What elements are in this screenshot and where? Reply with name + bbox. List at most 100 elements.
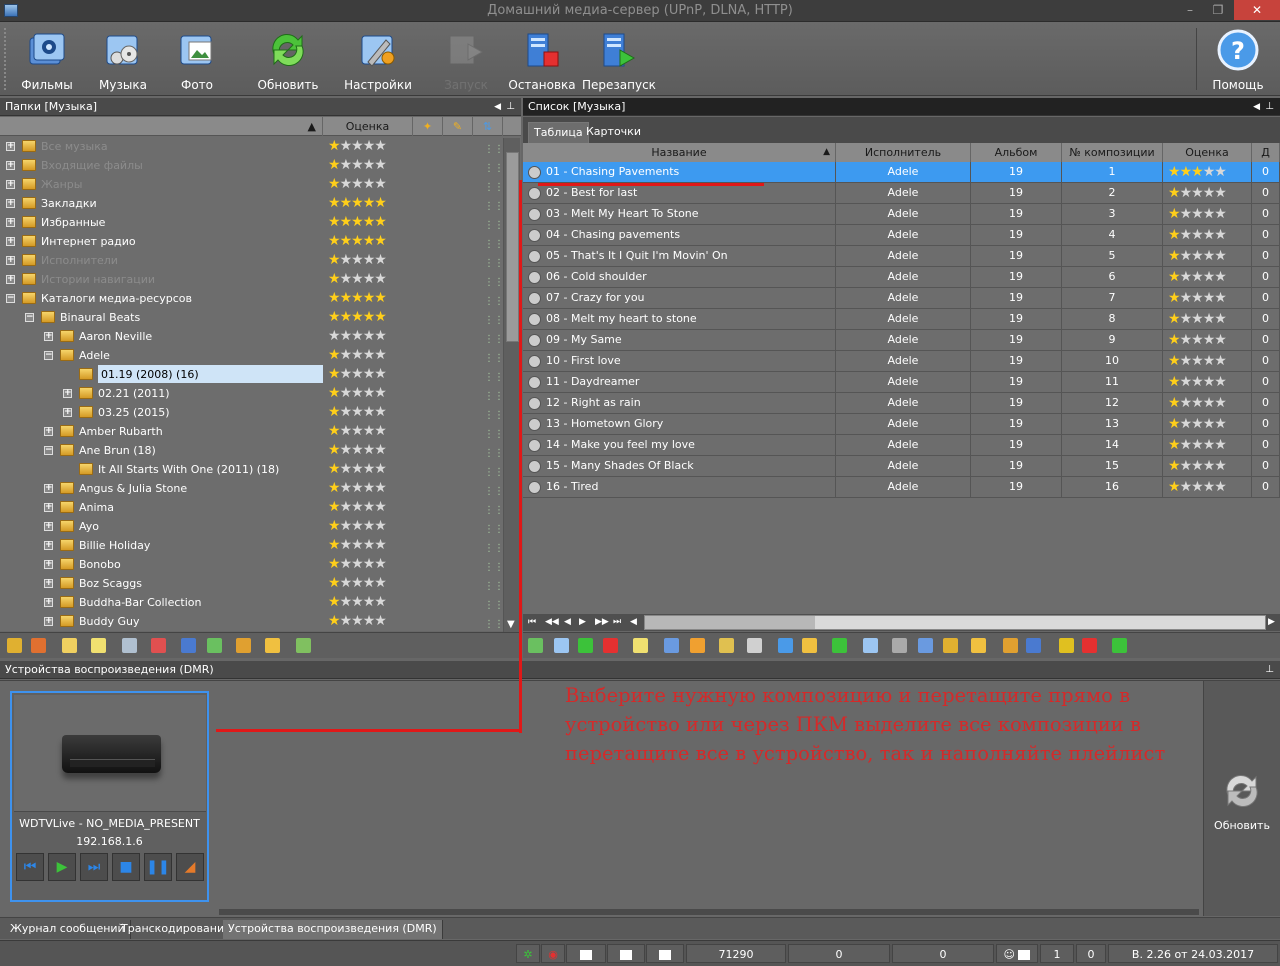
rating-stars[interactable]: ★★★★★ — [1168, 353, 1227, 369]
tool-icon[interactable] — [633, 638, 648, 653]
devices-refresh-button[interactable]: Обновить — [1203, 681, 1280, 916]
rating-stars[interactable]: ★★★★★ — [1168, 395, 1227, 411]
pin-icon[interactable]: ⊥ — [506, 98, 515, 116]
rating-stars[interactable]: ★★★★★ — [328, 403, 387, 422]
tree-item[interactable]: + Все музыка ★★★★★ ⋮⋮ — [0, 137, 504, 156]
col-rating-header[interactable]: Оценка — [1163, 143, 1252, 162]
rating-stars[interactable]: ★★★★★ — [328, 156, 387, 175]
tool-icon[interactable] — [719, 638, 734, 653]
table-row[interactable]: 11 - Daydreamer Adele 19 11 ★★★★★ 0 — [523, 372, 1280, 393]
table-row[interactable]: 04 - Chasing pavements Adele 19 4 ★★★★★ 0 — [523, 225, 1280, 246]
tool-icon[interactable] — [747, 638, 762, 653]
tool-icon[interactable] — [943, 638, 958, 653]
rating-stars[interactable]: ★★★★★ — [328, 441, 387, 460]
expand-toggle-icon[interactable]: − — [44, 446, 53, 455]
tool-icon[interactable] — [1059, 638, 1074, 653]
table-row[interactable]: 01 - Chasing Pavements Adele 19 1 ★★★★★ 0 — [523, 162, 1280, 183]
rating-stars[interactable]: ★★★★★ — [328, 327, 387, 346]
pause-button[interactable]: ❚❚ — [144, 853, 172, 881]
tool-icon[interactable] — [892, 638, 907, 653]
expand-toggle-icon[interactable]: + — [6, 161, 15, 170]
tree-scrollbar[interactable]: ▼ — [503, 138, 520, 632]
rating-stars[interactable]: ★★★★★ — [1168, 416, 1227, 432]
device-card[interactable]: WDTVLive - NO_MEDIA_PRESENT 192.168.1.6 … — [10, 691, 209, 902]
close-button[interactable]: ✕ — [1234, 0, 1280, 20]
tree-item[interactable]: + Buddha-Bar Collection ★★★★★ ⋮⋮ — [0, 593, 504, 612]
tool-icon[interactable] — [863, 638, 878, 653]
rating-stars[interactable]: ★★★★★ — [1168, 332, 1227, 348]
table-row[interactable]: 07 - Crazy for you Adele 19 7 ★★★★★ 0 — [523, 288, 1280, 309]
expand-toggle-icon[interactable]: − — [44, 351, 53, 360]
tree-item[interactable]: +02.21 (2011) ★★★★★ ⋮⋮ — [0, 384, 504, 403]
rating-stars[interactable]: ★★★★★ — [1168, 437, 1227, 453]
tool-icon[interactable] — [1112, 638, 1127, 653]
col-name-header[interactable]: Название ▲ — [523, 143, 836, 162]
tool-icon[interactable] — [918, 638, 933, 653]
tree-item[interactable]: − Binaural Beats ★★★★★ ⋮⋮ — [0, 308, 504, 327]
track-rating[interactable]: ★★★★★ — [1163, 435, 1252, 455]
rating-stars[interactable]: ★★★★★ — [1168, 185, 1227, 201]
expand-toggle-icon[interactable]: + — [6, 237, 15, 246]
rating-stars[interactable]: ★★★★★ — [328, 384, 387, 403]
tool-icon[interactable] — [603, 638, 618, 653]
tree-item[interactable]: + Жанры ★★★★★ ⋮⋮ — [0, 175, 504, 194]
expand-toggle-icon[interactable]: − — [6, 294, 15, 303]
toolbar-grip[interactable] — [4, 28, 8, 90]
tree-item[interactable]: + Buddy Guy ★★★★★ ⋮⋮ — [0, 612, 504, 631]
track-rating[interactable]: ★★★★★ — [1163, 456, 1252, 476]
rating-stars[interactable]: ★★★★★ — [328, 232, 387, 251]
movies-button[interactable]: Фильмы — [12, 22, 82, 96]
rating-stars[interactable]: ★★★★★ — [328, 346, 387, 365]
rating-stars[interactable]: ★★★★★ — [1168, 479, 1227, 495]
stop-playback-button[interactable]: ■ — [112, 853, 140, 881]
volume-button[interactable]: ◢ — [176, 853, 204, 881]
expand-toggle-icon[interactable]: + — [44, 560, 53, 569]
tree-item[interactable]: + Aaron Neville ★★★★★ ⋮⋮ — [0, 327, 504, 346]
tab-transcoding[interactable]: Транскодирование — [116, 920, 237, 939]
next-icon[interactable]: ▶ — [579, 617, 586, 628]
table-row[interactable]: 03 - Melt My Heart To Stone Adele 19 3 ★★★★★… — [523, 204, 1280, 225]
rating-stars[interactable]: ★★★★★ — [328, 517, 387, 536]
tool-icon[interactable] — [1026, 638, 1041, 653]
track-rating[interactable]: ★★★★★ — [1163, 309, 1252, 329]
tool-icon[interactable] — [778, 638, 793, 653]
rating-stars[interactable]: ★★★★★ — [328, 593, 387, 612]
tool-icon[interactable] — [664, 638, 679, 653]
expand-toggle-icon[interactable]: + — [6, 256, 15, 265]
track-rating[interactable]: ★★★★★ — [1163, 183, 1252, 203]
tool-icon[interactable] — [236, 638, 251, 653]
pin-icon[interactable]: ⊥ — [1265, 661, 1274, 679]
expand-toggle-icon[interactable]: + — [63, 389, 72, 398]
refresh-button[interactable]: Обновить — [250, 22, 326, 96]
tool-icon[interactable] — [1003, 638, 1018, 653]
table-row[interactable]: 02 - Best for last Adele 19 2 ★★★★★ 0 — [523, 183, 1280, 204]
rating-stars[interactable]: ★★★★★ — [328, 308, 387, 327]
rating-stars[interactable]: ★★★★★ — [1168, 248, 1227, 264]
table-row[interactable]: 15 - Many Shades Of Black Adele 19 15 ★★★★★ 0 — [523, 456, 1280, 477]
tree-item[interactable]: + Истории навигации ★★★★★ ⋮⋮ — [0, 270, 504, 289]
tree-col-icon-2[interactable]: ✎ — [443, 117, 473, 136]
tool-icon[interactable] — [62, 638, 77, 653]
tree-item[interactable]: + Ayo ★★★★★ ⋮⋮ — [0, 517, 504, 536]
tool-icon[interactable] — [91, 638, 106, 653]
table-row[interactable]: 10 - First love Adele 19 10 ★★★★★ 0 — [523, 351, 1280, 372]
h-scroll-track[interactable] — [644, 615, 1266, 630]
expand-toggle-icon[interactable]: + — [44, 579, 53, 588]
rating-stars[interactable]: ★★★★★ — [1168, 206, 1227, 222]
expand-toggle-icon[interactable]: + — [44, 332, 53, 341]
rating-stars[interactable]: ★★★★★ — [1168, 227, 1227, 243]
expand-toggle-icon[interactable]: + — [63, 408, 72, 417]
tool-icon[interactable] — [971, 638, 986, 653]
expand-toggle-icon[interactable]: + — [6, 180, 15, 189]
tree-item[interactable]: + Anima ★★★★★ ⋮⋮ — [0, 498, 504, 517]
next-page-icon[interactable]: ▶▶ — [595, 617, 609, 628]
tree-item[interactable]: +03.25 (2015) ★★★★★ ⋮⋮ — [0, 403, 504, 422]
tree-scroll-thumb[interactable] — [506, 152, 519, 342]
tree-col-icon-3[interactable]: ⇅ — [473, 117, 503, 136]
rating-stars[interactable]: ★★★★★ — [328, 574, 387, 593]
tool-icon[interactable] — [802, 638, 817, 653]
music-button[interactable]: Музыка — [88, 22, 158, 96]
rating-stars[interactable]: ★★★★★ — [1168, 374, 1227, 390]
minimize-button[interactable]: – — [1176, 0, 1204, 20]
expand-toggle-icon[interactable]: + — [44, 427, 53, 436]
